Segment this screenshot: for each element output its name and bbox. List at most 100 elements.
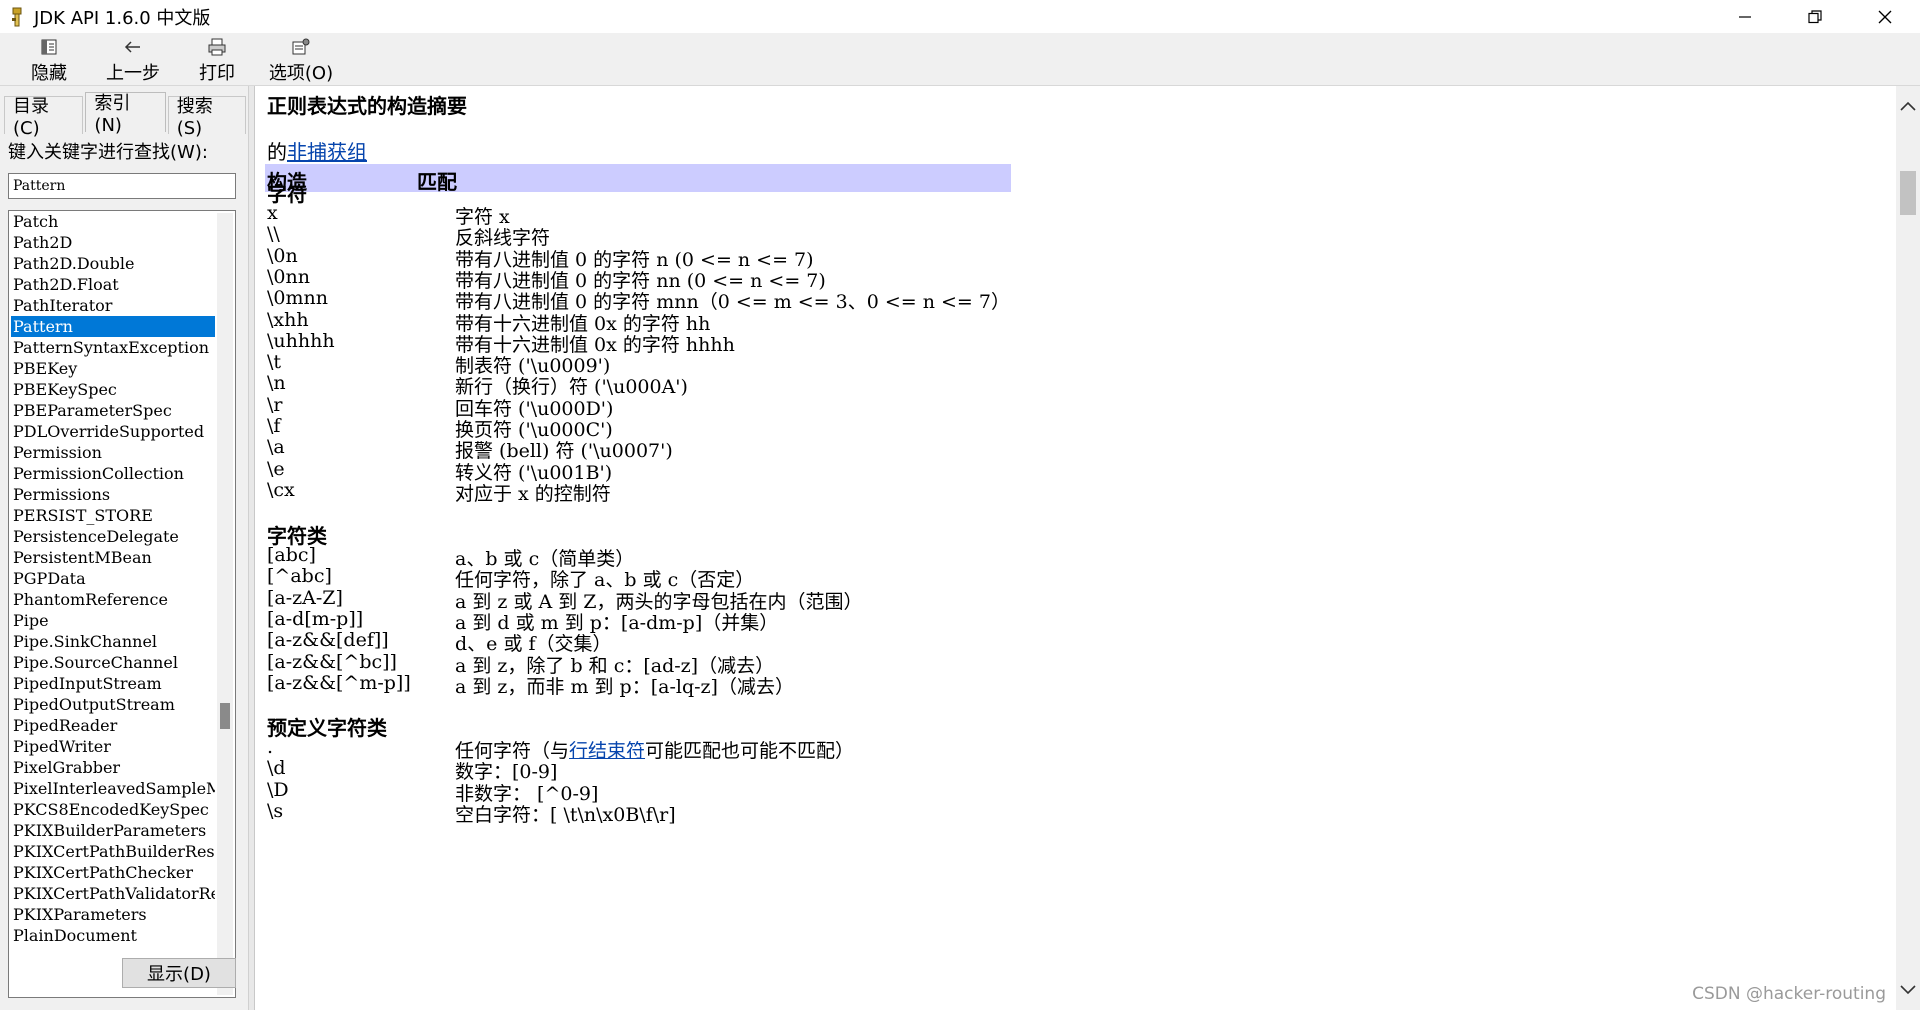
- index-list-item[interactable]: PersistentMBean: [11, 547, 215, 568]
- title-bar: JDK API 1.6.0 中文版: [0, 0, 1920, 33]
- construct-row: \cx 对应于 x 的控制符: [267, 479, 1467, 505]
- construct-cell: \d: [267, 757, 286, 780]
- index-list-item[interactable]: PKIXCertPathValidatorRe: [11, 883, 215, 904]
- construct-cell: \e: [267, 457, 285, 480]
- construct-cell: \xhh: [267, 308, 309, 331]
- index-list[interactable]: Patch Path2D Path2D.Double Path2D.Float Path…: [8, 210, 236, 998]
- construct-cell: \t: [267, 351, 282, 374]
- index-list-item[interactable]: PBEKeySpec: [11, 379, 215, 400]
- options-label: 选项(O): [268, 63, 334, 84]
- index-list-item[interactable]: PlainDocument: [11, 925, 215, 946]
- construct-cell: \a: [267, 436, 285, 459]
- header-match: 匹配: [417, 170, 457, 194]
- match-cell: a 到 z，而非 m 到 p：[a-lq-z]（减去）: [455, 675, 794, 698]
- intro-prefix: 的: [267, 140, 287, 164]
- index-list-item[interactable]: PersistenceDelegate: [11, 526, 215, 547]
- navigation-pane: 目录(C) 索引(N) 搜索(S) 键入关键字进行查找(W): PatchPat…: [0, 86, 248, 1010]
- content-pane: 正则表达式的构造摘要 的非捕获组 构造 匹配 字符 x 字符 x \\ 反斜线字符 \0n…: [254, 86, 1896, 1010]
- index-list-item[interactable]: PKIXParameters: [11, 904, 215, 925]
- index-list-item[interactable]: Permissions: [11, 484, 215, 505]
- keyword-input[interactable]: [8, 173, 236, 199]
- back-label: 上一步: [106, 63, 160, 84]
- close-button[interactable]: [1850, 0, 1920, 33]
- index-list-item[interactable]: PermissionCollection: [11, 463, 215, 484]
- index-list-item[interactable]: Patch: [11, 211, 215, 232]
- index-list-item[interactable]: PathIterator: [11, 295, 215, 316]
- index-list-item[interactable]: PixelGrabber: [11, 757, 215, 778]
- construct-cell: [^abc]: [267, 565, 332, 588]
- restore-button[interactable]: [1780, 0, 1850, 33]
- construct-cell: [a-z&&[^bc]]: [267, 650, 397, 673]
- minimize-button[interactable]: [1710, 0, 1780, 33]
- construct-cell: \n: [267, 372, 286, 395]
- tab-contents[interactable]: 目录(C): [4, 96, 84, 139]
- index-list-item[interactable]: Pattern: [11, 316, 215, 337]
- table-header: 构造 匹配: [265, 164, 1011, 194]
- print-button[interactable]: 打印: [182, 33, 252, 85]
- window-title: JDK API 1.6.0 中文版: [34, 7, 211, 29]
- options-icon: [291, 37, 311, 57]
- index-list-item[interactable]: PipedOutputStream: [11, 694, 215, 715]
- index-list-item[interactable]: PBEKey: [11, 358, 215, 379]
- scroll-down-icon[interactable]: [1898, 980, 1918, 1000]
- find-label: 键入关键字进行查找(W):: [8, 142, 208, 163]
- construct-cell: \cx: [267, 478, 295, 501]
- hide-button[interactable]: 隐藏: [14, 33, 84, 85]
- restore-icon: [1808, 9, 1822, 23]
- index-list-item[interactable]: PGPData: [11, 568, 215, 589]
- construct-cell: [a-z&&[def]]: [267, 629, 389, 652]
- construct-cell: [a-z&&[^m-p]]: [267, 671, 411, 694]
- index-list-scroll-thumb[interactable]: [220, 703, 230, 729]
- toolbar: 隐藏 上一步 打印 选项(O): [0, 33, 1920, 86]
- content-scroll-thumb[interactable]: [1900, 171, 1916, 215]
- watermark: CSDN @hacker-routing: [1692, 984, 1886, 1004]
- index-list-item[interactable]: Path2D: [11, 232, 215, 253]
- hide-label: 隐藏: [31, 63, 67, 84]
- index-list-item[interactable]: PipedInputStream: [11, 673, 215, 694]
- index-list-item[interactable]: PKCS8EncodedKeySpec: [11, 799, 215, 820]
- summary-heading: 正则表达式的构造摘要: [267, 94, 467, 118]
- show-button[interactable]: 显示(D): [122, 958, 236, 988]
- construct-cell: \s: [267, 799, 284, 822]
- construct-row: [a-z&&[^m-p]] a 到 z，而非 m 到 p：[a-lq-z]（减去）: [267, 672, 1467, 698]
- construct-cell: \r: [267, 393, 283, 416]
- index-list-item[interactable]: PipedReader: [11, 715, 215, 736]
- minimize-icon: [1739, 15, 1751, 18]
- construct-cell: \\: [267, 223, 280, 246]
- nav-tabs: 目录(C) 索引(N) 搜索(S): [4, 92, 248, 139]
- construct-cell: \D: [267, 778, 289, 801]
- index-list-item[interactable]: PKIXBuilderParameters: [11, 820, 215, 841]
- close-icon: [1878, 10, 1892, 23]
- index-list-item[interactable]: Path2D.Float: [11, 274, 215, 295]
- index-list-item[interactable]: PKIXCertPathBuilderRes: [11, 841, 215, 862]
- index-list-item[interactable]: Permission: [11, 442, 215, 463]
- back-button[interactable]: 上一步: [98, 33, 168, 85]
- index-list-item[interactable]: PBEParameterSpec: [11, 400, 215, 421]
- index-list-scrollbar[interactable]: [217, 213, 233, 995]
- index-list-item[interactable]: PipedWriter: [11, 736, 215, 757]
- index-list-item[interactable]: PhantomReference: [11, 589, 215, 610]
- index-list-item[interactable]: PERSIST_STORE: [11, 505, 215, 526]
- construct-cell: [a-zA-Z]: [267, 586, 343, 609]
- content-scrollbar[interactable]: [1896, 86, 1920, 1010]
- index-list-item[interactable]: PDLOverrideSupported: [11, 421, 215, 442]
- intro-line: 的非捕获组: [267, 136, 367, 165]
- noncapturing-group-link[interactable]: 非捕获组: [287, 140, 367, 164]
- index-list-item[interactable]: PixelInterleavedSampleM: [11, 778, 215, 799]
- construct-cell: \0nn: [267, 265, 310, 288]
- index-list-item[interactable]: Pipe: [11, 610, 215, 631]
- match-cell: 对应于 x 的控制符: [455, 482, 611, 505]
- tab-index[interactable]: 索引(N): [85, 92, 166, 136]
- index-list-item[interactable]: PatternSyntaxException: [11, 337, 215, 358]
- index-list-item[interactable]: Path2D.Double: [11, 253, 215, 274]
- index-list-item[interactable]: Pipe.SinkChannel: [11, 631, 215, 652]
- index-list-item[interactable]: PKIXCertPathChecker: [11, 862, 215, 883]
- options-button[interactable]: 选项(O): [266, 33, 336, 85]
- tab-search[interactable]: 搜索(S): [167, 96, 246, 139]
- print-label: 打印: [199, 63, 235, 84]
- index-list-item[interactable]: Pipe.SourceChannel: [11, 652, 215, 673]
- hide-pane-icon: [40, 37, 58, 57]
- construct-cell: \uhhhh: [267, 329, 335, 352]
- scroll-up-icon[interactable]: [1898, 96, 1918, 116]
- construct-cell: [a-d[m-p]]: [267, 607, 364, 630]
